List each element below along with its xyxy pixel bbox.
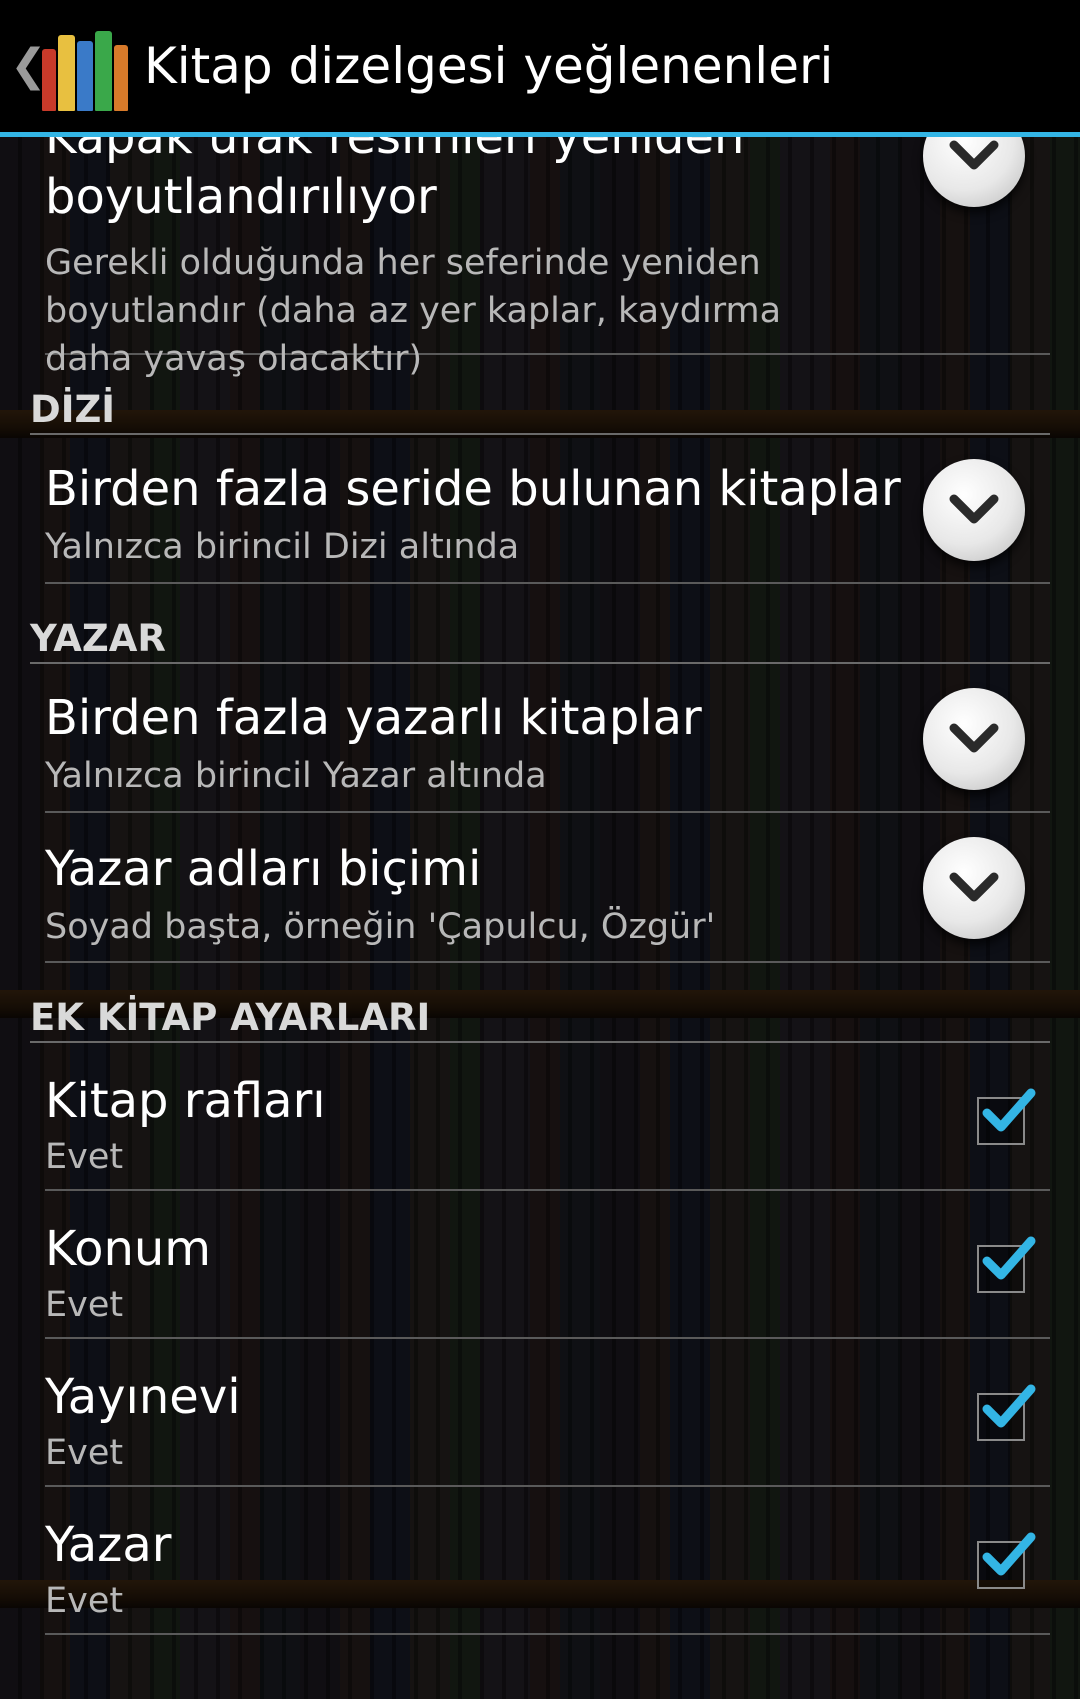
pref-summary: Gerekli olduğunda her seferinde yeniden …: [45, 243, 782, 379]
pref-summary: Yalnızca birincil Yazar altında: [45, 756, 547, 796]
chevron-down-icon: [949, 494, 999, 524]
dropdown-chevron-button[interactable]: [923, 688, 1025, 790]
pref-publisher[interactable]: Yayınevi Evet: [45, 1339, 1050, 1487]
pref-title: Konum: [45, 1221, 212, 1277]
pref-bookshelves[interactable]: Kitap rafları Evet: [45, 1043, 1050, 1191]
pref-title: Yazar: [45, 1517, 172, 1573]
pref-summary: Evet: [45, 1433, 124, 1473]
pref-summary: Yalnızca birincil Dizi altında: [45, 527, 520, 567]
checkbox-checked[interactable]: [977, 1088, 1036, 1145]
pref-series-multi[interactable]: Birden fazla seride bulunan kitaplar Yal…: [45, 435, 1050, 584]
dropdown-chevron-button[interactable]: [923, 837, 1025, 939]
pref-location[interactable]: Konum Evet: [45, 1191, 1050, 1339]
pref-title: Yayınevi: [45, 1369, 241, 1425]
pref-title: Birden fazla yazarlı kitaplar: [45, 690, 702, 746]
dropdown-chevron-button[interactable]: [923, 459, 1025, 561]
pref-author-multi[interactable]: Birden fazla yazarlı kitaplar Yalnızca b…: [45, 664, 1050, 813]
up-navigation-icon[interactable]: ❮: [10, 44, 47, 88]
checkbox-checked[interactable]: [977, 1384, 1036, 1441]
chevron-down-icon: [949, 872, 999, 902]
pref-cover-thumbnail-resize[interactable]: Kapak ufak resimleri yeniden boyutlandır…: [45, 137, 1050, 379]
pref-summary: Evet: [45, 1285, 124, 1325]
page-title: Kitap dizelgesi yeğlenenleri: [144, 37, 834, 95]
pref-title: Kitap rafları: [45, 1073, 326, 1129]
checkbox-checked[interactable]: [977, 1236, 1036, 1293]
action-bar: ❮ Kitap dizelgesi yeğlenenleri: [0, 0, 1080, 132]
pref-title: Birden fazla seride bulunan kitaplar: [45, 461, 901, 517]
bookshelf-app-icon[interactable]: [42, 21, 128, 111]
chevron-down-icon: [949, 723, 999, 753]
action-bar-accent-line: [0, 132, 1080, 137]
checkmark-icon: [982, 1236, 1036, 1280]
checkmark-icon: [982, 1384, 1036, 1428]
pref-summary: Evet: [45, 1581, 124, 1621]
pref-summary: Evet: [45, 1137, 124, 1177]
pref-title: Yazar adları biçimi: [45, 841, 482, 897]
pref-summary: Soyad başta, örneğin 'Çapulcu, Özgür': [45, 907, 716, 947]
pref-title: boyutlandırılıyor: [45, 169, 437, 225]
preferences-list[interactable]: Kapak ufak resimleri yeniden boyutlandır…: [0, 137, 1080, 1699]
checkmark-icon: [982, 1088, 1036, 1132]
pref-author[interactable]: Yazar Evet: [45, 1487, 1050, 1635]
preferences-screen: ❮ Kitap dizelgesi yeğlenenleri Kapak ufa…: [0, 0, 1080, 1699]
section-header-extra-book-settings: EK KİTAP AYARLARI: [30, 963, 1050, 1043]
checkmark-icon: [982, 1532, 1036, 1576]
section-header-author: YAZAR: [30, 584, 1050, 664]
chevron-down-icon: [949, 140, 999, 170]
checkbox-checked[interactable]: [977, 1532, 1036, 1589]
pref-author-name-format[interactable]: Yazar adları biçimi Soyad başta, örneğin…: [45, 813, 1050, 963]
